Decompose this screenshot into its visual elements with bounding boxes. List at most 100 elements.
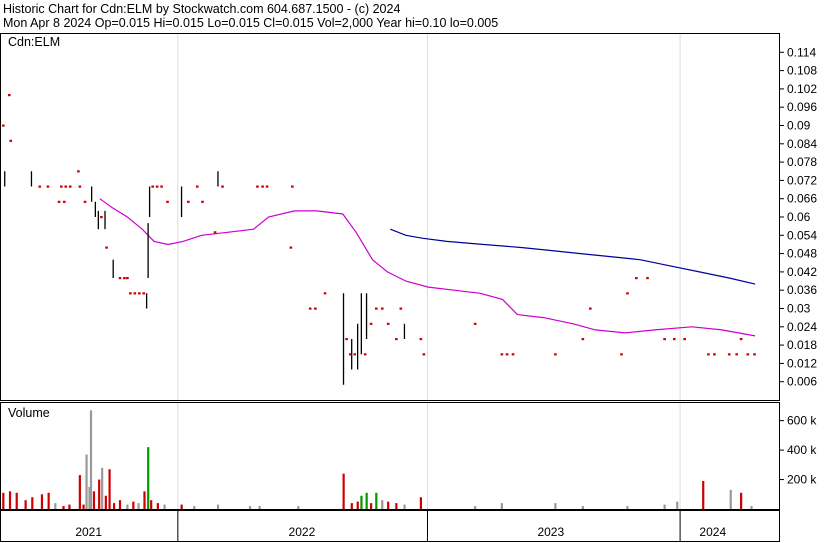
price-point [195, 185, 199, 188]
price-point [265, 185, 269, 188]
price-point [7, 94, 11, 97]
price-point [38, 185, 42, 188]
volume-bar [156, 503, 159, 509]
price-point [160, 185, 163, 188]
volume-bar [126, 504, 129, 509]
volume-bar [419, 497, 422, 509]
price-point [672, 338, 676, 341]
time-axis-frame [0, 510, 780, 542]
price-point [363, 353, 367, 356]
price-point [683, 338, 686, 341]
volume-bar [581, 506, 584, 509]
volume-bar [676, 501, 679, 509]
price-point [399, 307, 403, 310]
volume-bar [112, 503, 116, 509]
price-point [118, 277, 122, 280]
volume-bar [143, 491, 146, 509]
volume-tick-label: 400 k [787, 443, 817, 457]
volume-bar [92, 491, 96, 509]
volume-bar [78, 475, 81, 509]
price-tick-label: 0.084 [787, 137, 817, 151]
price-point [395, 338, 398, 341]
volume-bar [370, 503, 373, 509]
price-point [83, 200, 87, 203]
volume-bar [24, 500, 27, 509]
volume-bar [47, 492, 50, 509]
volume-bar [54, 503, 57, 509]
volume-bar [663, 504, 666, 509]
price-point [2, 124, 5, 127]
price-tick-label: 0.024 [787, 320, 817, 334]
volume-bar [132, 501, 135, 509]
volume-bar [31, 497, 34, 509]
volume-bar [180, 504, 183, 509]
price-point [123, 277, 126, 280]
volume-bar [118, 500, 122, 509]
price-point [100, 216, 103, 219]
price-point [133, 292, 137, 295]
volume-bar [360, 495, 363, 509]
volume-bar [89, 410, 93, 509]
price-tick-label: 0.108 [787, 64, 817, 78]
price-point [9, 139, 13, 142]
volume-bar [387, 501, 390, 509]
volume-bar [740, 492, 743, 509]
volume-bar [147, 447, 150, 509]
year-label: 2024 [699, 525, 726, 539]
volume-panel-frame [0, 402, 780, 510]
price-point [369, 322, 373, 325]
volume-bar [356, 501, 359, 509]
price-point [353, 353, 357, 356]
price-point [256, 185, 259, 188]
volume-bar [216, 504, 220, 509]
volume-bar [40, 494, 44, 509]
price-point [500, 353, 504, 356]
volume-bar [297, 506, 300, 509]
price-point [323, 292, 327, 295]
time-axis: 2021 2022 2023 2024 [0, 510, 780, 542]
price-point [142, 292, 146, 295]
volume-bar [702, 481, 705, 509]
moving-average-long [390, 228, 756, 285]
volume-bar [350, 503, 353, 509]
price-point [473, 322, 477, 325]
volume-bar [365, 492, 368, 509]
volume-bar [381, 500, 384, 509]
volume-bar [62, 506, 65, 509]
price-point [137, 292, 141, 295]
price-tick-label: 0.042 [787, 265, 817, 279]
price-tick-label: 0.078 [787, 155, 817, 169]
volume-bar [248, 506, 252, 509]
price-point [375, 307, 378, 310]
price-point [511, 353, 515, 356]
price-tick-label: 0.018 [787, 338, 817, 352]
price-point [727, 353, 731, 356]
price-point [126, 277, 129, 280]
price-tick-label: 0.012 [787, 356, 817, 370]
volume-bar [85, 454, 88, 509]
price-point [129, 292, 132, 295]
price-point [289, 246, 293, 249]
volume-bar [101, 467, 104, 509]
price-tick-label: 0.066 [787, 192, 817, 206]
volume-panel: Volume 600 k 400 k 200 k [0, 402, 817, 510]
volume-panel-title: Volume [8, 406, 50, 420]
price-panel-title: Cdn:ELM [8, 35, 60, 49]
price-point [753, 353, 756, 356]
price-point [46, 185, 50, 188]
price-point [707, 353, 710, 356]
stock-chart: Historic Chart for Cdn:ELM by Stockwatch… [0, 2, 817, 542]
volume-tick-label: 600 k [787, 414, 817, 428]
price-point [261, 185, 264, 188]
price-point [581, 338, 585, 341]
price-point [735, 353, 738, 356]
price-tick-label: 0.006 [787, 375, 817, 389]
year-label: 2022 [289, 525, 316, 539]
price-point [646, 277, 649, 280]
volume-bar [137, 503, 140, 509]
volume-bar [104, 495, 107, 509]
price-point [635, 277, 638, 280]
volume-bar [163, 504, 166, 509]
price-point [68, 185, 72, 188]
price-point [713, 353, 716, 356]
